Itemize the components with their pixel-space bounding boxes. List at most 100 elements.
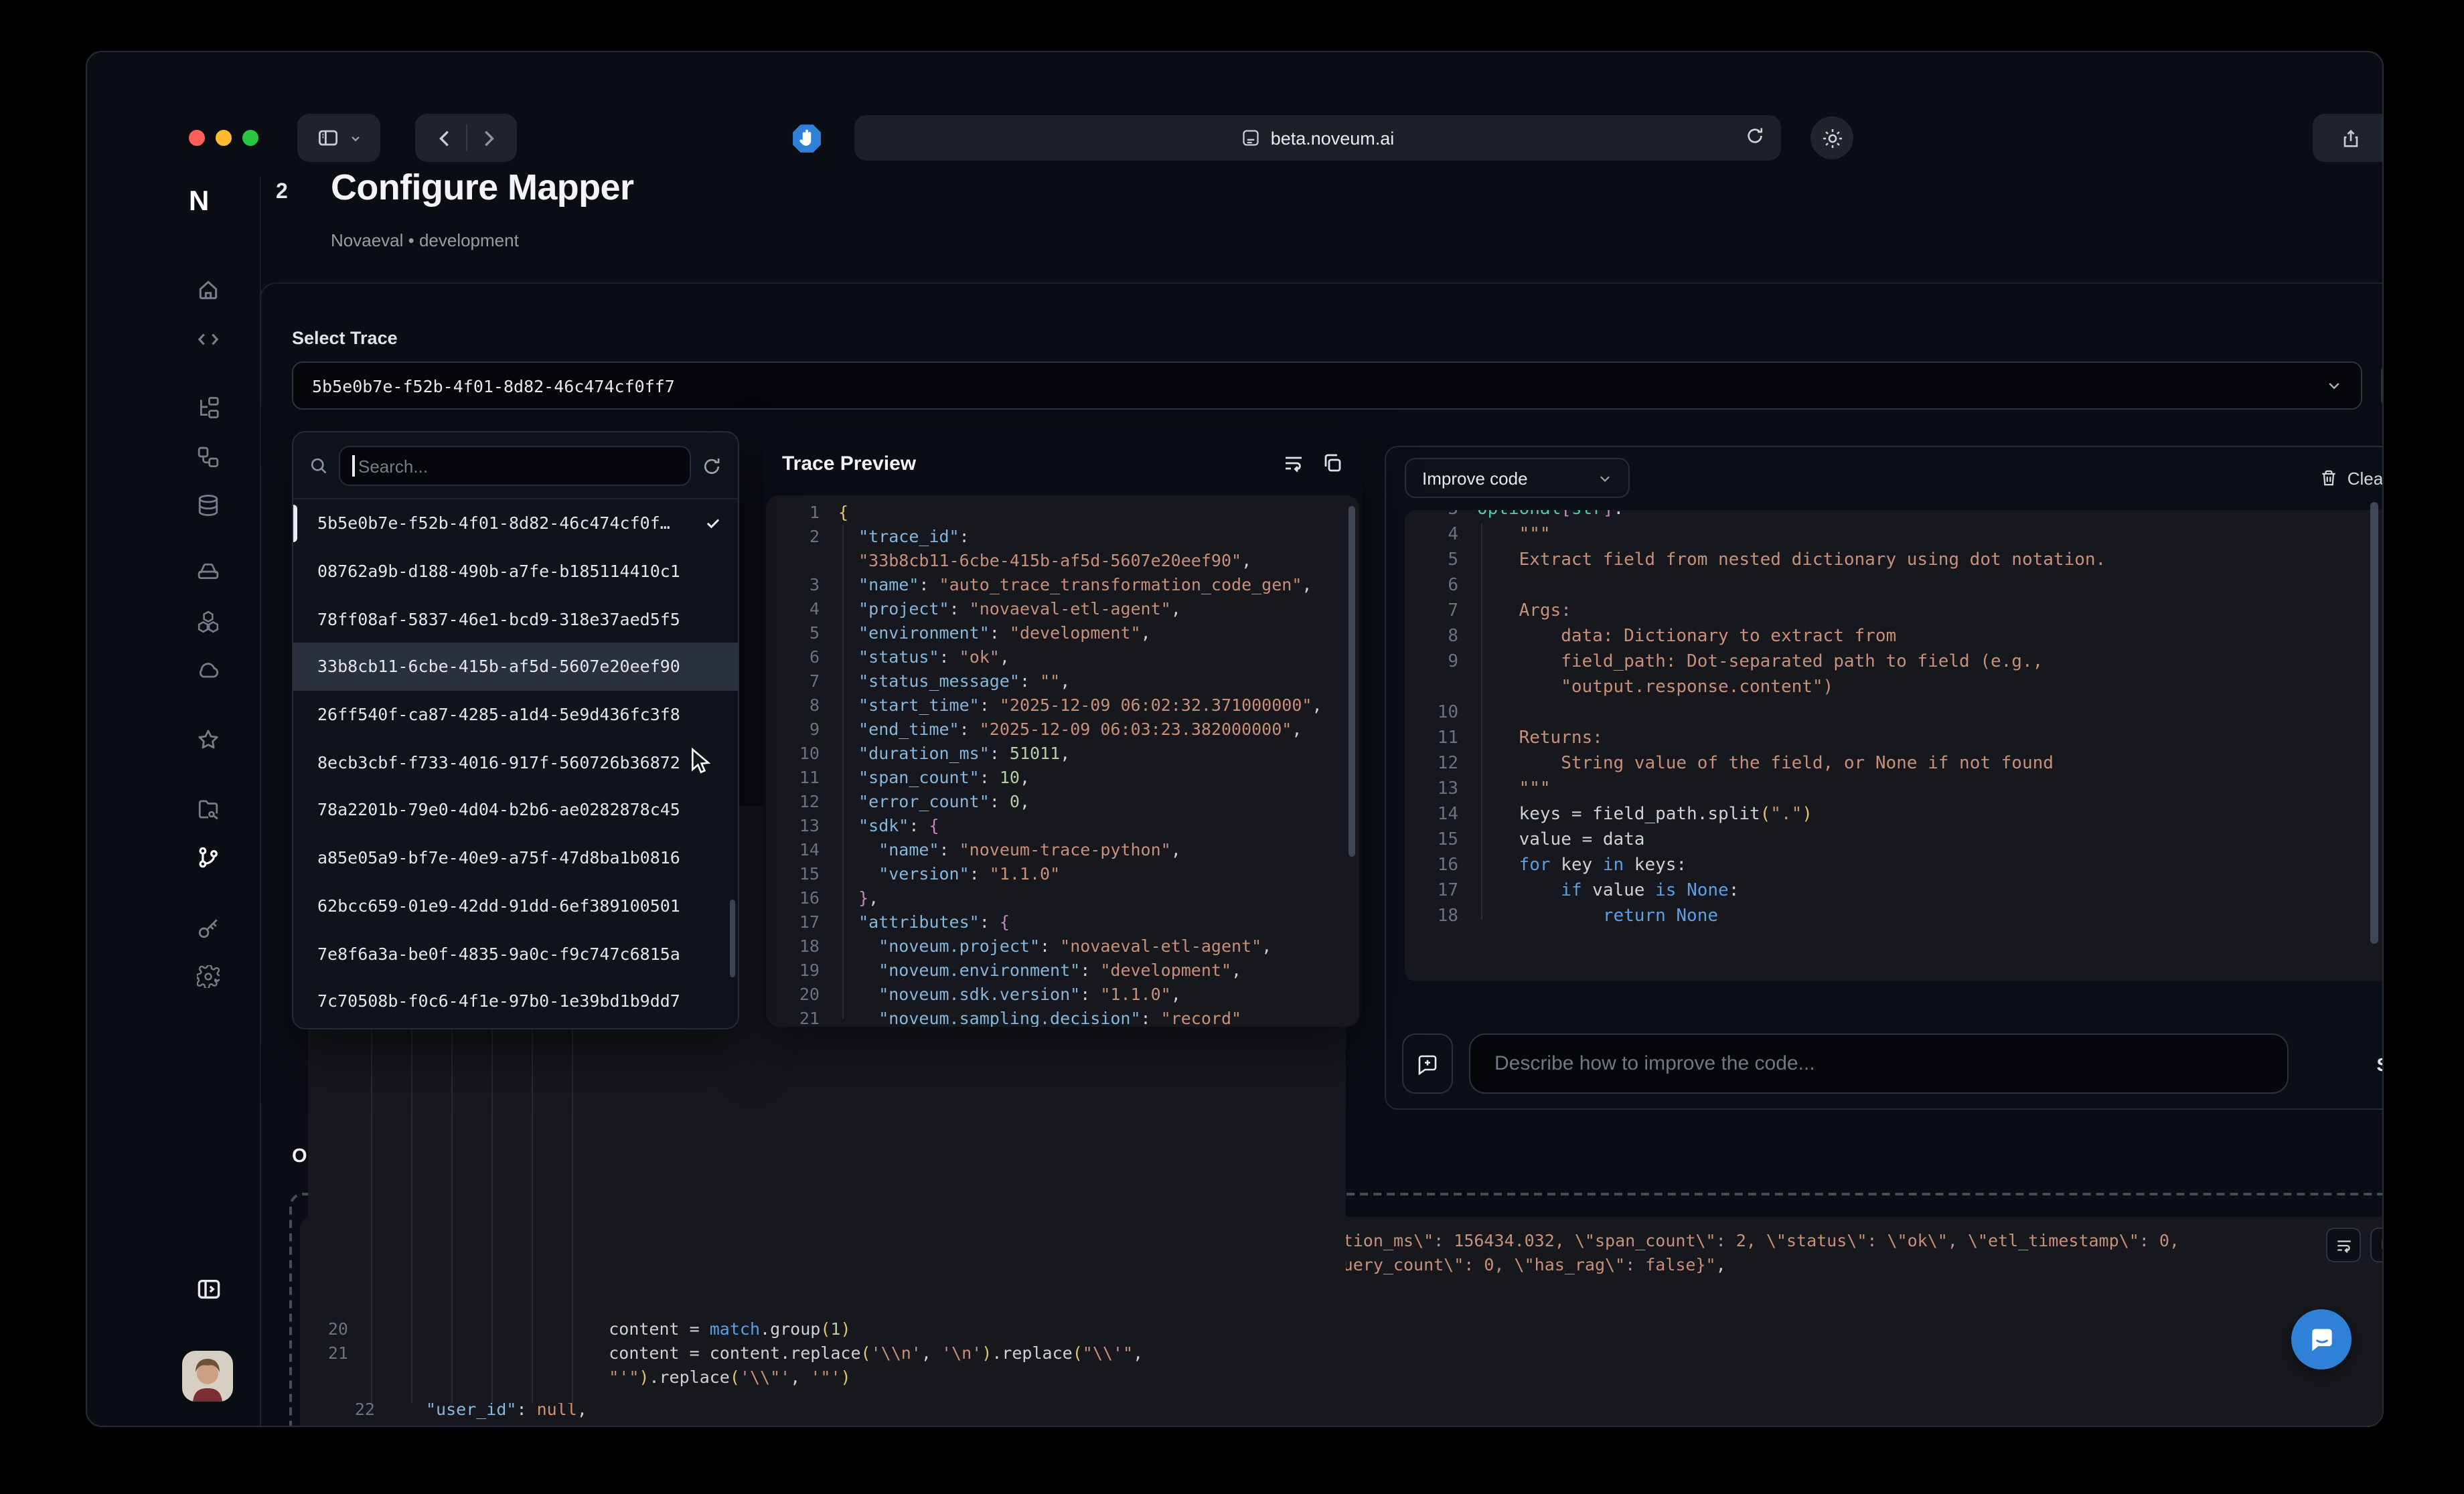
trace-id: 33b8cb11-6cbe-415b-af5d-5607e20eef90 (317, 657, 680, 677)
output-wrap-button[interactable] (2326, 1228, 2361, 1262)
code-line: 9field_path: Dot-separated path to field… (1418, 649, 2384, 700)
page-scrollbar[interactable] (2370, 502, 2378, 944)
chat-input[interactable]: Describe how to improve the code... (1469, 1033, 2289, 1094)
content-blocker-shield-icon[interactable] (791, 123, 822, 154)
trace-list-item[interactable]: 62bcc659-01e9-42dd-91dd-6ef389100501 (293, 882, 738, 929)
code-line: 18"noveum.project": "novaeval-etl-agent"… (779, 934, 1349, 959)
send-button[interactable]: Send (2377, 1053, 2384, 1074)
window-actions (2313, 114, 2384, 162)
new-chat-button[interactable] (1402, 1033, 1453, 1094)
traffic-light-zoom[interactable] (242, 130, 258, 146)
sidebar-item-key[interactable] (197, 917, 220, 940)
sidebar-item-workflow[interactable] (197, 446, 220, 469)
user-avatar[interactable] (182, 1351, 233, 1402)
code-line: 23"session_id": null, (313, 1422, 2384, 1427)
trace-list-item[interactable]: 78ff08af-5837-46e1-bcd9-318e37aed5f5 (293, 595, 738, 643)
trace-list-item[interactable]: 33b8cb11-6cbe-415b-af5d-5607e20eef90 (293, 643, 738, 690)
trace-list-item[interactable]: a85e05a9-bf7e-40e9-a75f-47d8ba1b0816 (293, 834, 738, 882)
new-tab-plus-icon[interactable] (2379, 128, 2384, 148)
trace-list-item[interactable]: 7e8f6a3a-be0f-4835-9a0c-f9c747c6815a (293, 929, 738, 977)
trace-select[interactable]: 5b5e0b7e-f52b-4f01-8d82-46c474cf0ff7 (292, 361, 2362, 410)
editor-code: 20content = match.group(1)21content = co… (324, 1317, 1335, 1390)
code-line: 13""" (1418, 776, 2384, 802)
trace-preview-title: Trace Preview (782, 452, 916, 475)
code-line: 13"sdk": { (779, 814, 1349, 838)
code-line: 18return None (1418, 904, 2384, 929)
sidebar-item-home[interactable] (197, 278, 220, 301)
mode-select-value: Improve code (1422, 468, 1528, 488)
search-input[interactable]: Search... (339, 446, 691, 486)
chevron-down-icon (2326, 378, 2342, 394)
code-line: 20content = match.group(1) (324, 1317, 1335, 1341)
sidebar-item-star[interactable] (197, 728, 220, 751)
code-line: 14keys = field_path.split(".") (1418, 802, 2384, 827)
active-indicator (293, 505, 297, 542)
output-copy-button[interactable] (2370, 1228, 2384, 1262)
trace-list-item[interactable]: 26ff540f-ca87-4285-a1d4-5e9d436fc3f8 (293, 691, 738, 738)
browser-window: beta.noveum.ai N (86, 51, 2384, 1427)
app-logo: N (189, 186, 210, 218)
code-line: 3"name": "auto_trace_transformation_code… (779, 573, 1349, 597)
refresh-icon[interactable] (702, 456, 722, 476)
trace-id: 62bcc659-01e9-42dd-91dd-6ef389100501 (317, 896, 680, 916)
code-line: 5"environment": "development", (779, 621, 1349, 645)
clear-chat-label: Clear Chat (2347, 468, 2384, 488)
chat-widget-button[interactable] (2291, 1309, 2352, 1370)
code-line: 17"attributes": { (779, 910, 1349, 934)
clear-chat-button[interactable]: Clear Chat (2319, 468, 2384, 488)
trace-list-item[interactable]: 7c70508b-f0c6-4f1e-97b0-1e39bd1b9dd7 (293, 977, 738, 1025)
sidebar-item-folder-key[interactable] (197, 798, 220, 821)
trace-list-item[interactable]: 08762a9b-d188-490b-a7fe-b185114410c1 (293, 547, 738, 594)
sidebar-collapse-toggle[interactable] (197, 1277, 220, 1300)
code-line: 16for key in keys: (1418, 853, 2384, 878)
url-text: beta.noveum.ai (1271, 128, 1395, 148)
improve-code-area[interactable]: 3def extract_field(data: Dict[str, Any],… (1405, 510, 2384, 981)
code-line: 12String value of the field, or None if … (1418, 751, 2384, 776)
code-line: 8"start_time": "2025-12-09 06:02:32.3710… (779, 693, 1349, 718)
improve-code-panel: Improve code Clear Chat 3def extract_fie… (1385, 446, 2384, 1110)
sidebar-item-trace-tree[interactable] (197, 396, 220, 419)
copy-icon[interactable] (1322, 452, 1343, 474)
sidebar-item-code[interactable] (197, 328, 220, 351)
trace-list-item[interactable]: 8ecb3cbf-f733-4016-917f-560726b36872 (293, 738, 738, 786)
trace-list-item[interactable]: 78a2201b-79e0-4d04-b2b6-ae0282878c45 (293, 786, 738, 833)
mapper-card: Select Trace 5b5e0b7e-f52b-4f01-8d82-46c… (260, 282, 2384, 1427)
wrap-text-icon (2335, 1236, 2352, 1254)
select-trace-label: Select Trace (292, 328, 398, 348)
url-bar[interactable]: beta.noveum.ai (854, 115, 1781, 161)
sidebar-toggle-button[interactable] (297, 114, 380, 162)
mode-select[interactable]: Improve code (1405, 458, 1630, 498)
trace-id: 08762a9b-d188-490b-a7fe-b185114410c1 (317, 561, 680, 581)
sidebar-item-git-branch[interactable] (197, 846, 220, 869)
dropdown-scrollbar[interactable] (730, 900, 735, 977)
preview-scrollbar[interactable] (1349, 506, 1355, 857)
sidebar-item-database[interactable] (197, 494, 220, 517)
share-icon[interactable] (2340, 128, 2360, 148)
reload-icon[interactable] (1745, 126, 1765, 146)
code-line: 19"noveum.environment": "development", (779, 959, 1349, 983)
code-line: 21"noveum.sampling.decision": "record" (779, 1007, 1349, 1027)
browser-settings-button[interactable] (1811, 116, 1853, 159)
trace-preview-json: 1{2"trace_id": "33b8cb11-6cbe-415b-af5d-… (766, 495, 1359, 1027)
sidebar-item-cloud[interactable] (197, 659, 220, 681)
traffic-light-close[interactable] (189, 130, 205, 146)
traffic-light-minimize[interactable] (216, 130, 232, 146)
back-icon[interactable] (435, 128, 455, 148)
forward-icon[interactable] (477, 128, 497, 148)
sidebar-item-settings[interactable] (197, 965, 220, 988)
copy-icon (2379, 1236, 2384, 1254)
code-line: 20"noveum.sdk.version": "1.1.0", (779, 983, 1349, 1007)
trace-list-item[interactable]: 5b5e0b7e-f52b-4f01-8d82-46c474cf0f… (293, 499, 738, 547)
code-line: 12"error_count": 0, (779, 790, 1349, 814)
code-line: 14"name": "noveum-trace-python", (779, 838, 1349, 862)
preview-trace-button[interactable] (2381, 361, 2384, 410)
text-caret (352, 455, 354, 477)
trace-id: 8ecb3cbf-f733-4016-917f-560726b36872 (317, 752, 680, 772)
code-line: 11Returns: (1418, 726, 2384, 751)
screen: beta.noveum.ai N (0, 0, 2464, 1494)
wrap-text-icon[interactable] (1283, 452, 1304, 474)
sidebar-item-blocks[interactable] (197, 610, 220, 633)
sidebar-item-server[interactable] (197, 560, 220, 582)
trace-preview-code-area[interactable]: 1{2"trace_id": "33b8cb11-6cbe-415b-af5d-… (766, 495, 1359, 1027)
code-line: 15value = data (1418, 827, 2384, 853)
